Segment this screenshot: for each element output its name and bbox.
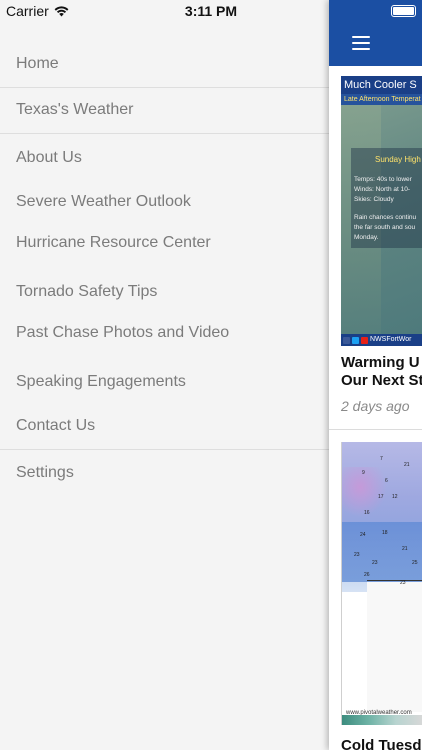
- article-title-line[interactable]: Cold Tuesd: [341, 737, 422, 750]
- article-image[interactable]: 7 21 9 6 17 12 16 24 18 23 23 21 25 26 2…: [341, 442, 422, 725]
- map-value: 9: [362, 470, 365, 476]
- status-bar: Carrier 3:11 PM: [0, 0, 422, 22]
- article-age: 2 days ago: [341, 398, 410, 414]
- map-value: 17: [378, 494, 384, 500]
- menu-item-contact-us[interactable]: Contact Us: [0, 416, 329, 436]
- menu-divider: [0, 87, 329, 88]
- navigation-drawer: Home Texas's Weather About Us Severe Wea…: [0, 0, 329, 750]
- twitter-icon: [352, 336, 359, 344]
- card-divider: [329, 429, 422, 430]
- menu-item-texas-weather[interactable]: Texas's Weather: [0, 100, 329, 120]
- forecast-line: Rain chances continu: [354, 214, 417, 221]
- graphic-title: Much Cooler S: [341, 76, 422, 94]
- map-value: 16: [364, 510, 370, 516]
- map-value: 21: [404, 462, 410, 468]
- forecast-line: Winds: North at 10-: [354, 186, 410, 193]
- map-value: 25: [412, 560, 418, 566]
- menu-item-settings[interactable]: Settings: [0, 463, 329, 483]
- map-value: 24: [360, 532, 366, 538]
- menu-item-about-us[interactable]: About Us: [0, 148, 329, 168]
- map-legend: [342, 715, 422, 725]
- menu-divider: [0, 133, 329, 134]
- map-value: 18: [382, 530, 388, 536]
- map-value: 23: [354, 552, 360, 558]
- forecast-box-title: Sunday High: [375, 155, 421, 164]
- map-value: 6: [385, 478, 388, 484]
- status-time: 3:11 PM: [184, 3, 238, 19]
- main-content-panel[interactable]: Much Cooler S Late Afternoon Temperat Su…: [329, 0, 422, 750]
- battery-icon: [391, 5, 416, 17]
- map-value: 26: [364, 572, 370, 578]
- forecast-line: Temps: 40s to lower: [354, 176, 412, 183]
- map-value: 7: [380, 456, 383, 462]
- forecast-line: the far south and sou: [354, 224, 416, 231]
- no-snow-area: [367, 582, 422, 712]
- facebook-icon: [343, 336, 350, 344]
- map-value: 12: [392, 494, 398, 500]
- footer-handle: NWSFortWor: [370, 336, 412, 343]
- menu-item-speaking-engagements[interactable]: Speaking Engagements: [0, 372, 329, 392]
- graphic-footer: NWSFortWor: [341, 334, 422, 346]
- menu-item-severe-weather-outlook[interactable]: Severe Weather Outlook: [0, 192, 329, 212]
- menu-item-tornado-safety-tips[interactable]: Tornado Safety Tips: [0, 282, 329, 302]
- forecast-line: Monday.: [354, 234, 379, 241]
- youtube-icon: [361, 336, 368, 344]
- article-image[interactable]: Much Cooler S Late Afternoon Temperat Su…: [341, 76, 422, 346]
- menu-item-past-chase-photos[interactable]: Past Chase Photos and Video: [0, 323, 329, 343]
- map-value: 23: [400, 580, 406, 586]
- menu-item-hurricane-resource-center[interactable]: Hurricane Resource Center: [0, 233, 329, 253]
- forecast-line: Skies: Cloudy: [354, 196, 394, 203]
- state-border: [367, 580, 422, 581]
- menu-item-home[interactable]: Home: [0, 54, 329, 74]
- article-title-line[interactable]: Warming U: [341, 354, 422, 372]
- article-title-line[interactable]: Our Next St: [341, 372, 422, 390]
- map-value: 21: [402, 546, 408, 552]
- hamburger-menu-icon[interactable]: [352, 36, 370, 50]
- map-value: 23: [372, 560, 378, 566]
- menu-divider: [0, 449, 329, 450]
- graphic-subtitle: Late Afternoon Temperat: [341, 94, 422, 105]
